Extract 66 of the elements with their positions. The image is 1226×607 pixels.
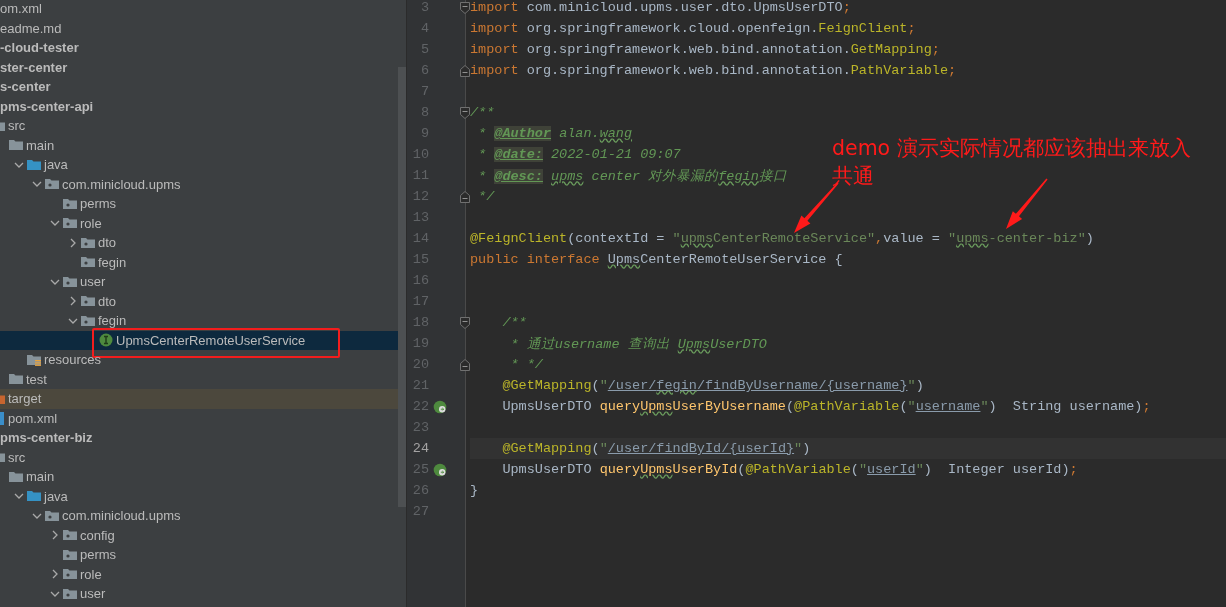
fold-icon[interactable] (460, 106, 470, 119)
code-line: import org.springframework.web.bind.annotation.GetMapping; (470, 42, 940, 57)
implemented-method-icon[interactable] (433, 462, 447, 477)
tree-item[interactable]: dto (98, 293, 117, 309)
tree-item[interactable]: src (8, 449, 26, 465)
tree-item[interactable]: om.xml (0, 1, 42, 17)
chevron-right-icon[interactable] (68, 237, 78, 248)
tree-item[interactable]: ster-center (0, 59, 68, 75)
line-number: 24 (411, 441, 429, 456)
tree-item[interactable]: fegin (98, 254, 127, 270)
tree-item[interactable]: main (26, 137, 55, 153)
code-line: * @date: 2022-01-21 09:07 (477, 147, 681, 162)
tree-item[interactable]: main (26, 469, 55, 485)
fold-icon[interactable] (460, 316, 470, 329)
chevron-right-icon[interactable] (50, 530, 60, 541)
code-line: import org.springframework.web.bind.annotation.PathVariable; (470, 63, 957, 78)
code-line: */ (477, 189, 495, 204)
tree-item[interactable]: eadme.md (0, 20, 62, 36)
interface-icon (98, 332, 114, 349)
fold-icon[interactable] (460, 1, 470, 14)
code-line: UpmsUserDTO queryUpmsUserById(@PathVariable("userId") Integer userId); (501, 462, 1078, 477)
tree-item[interactable]: perms (80, 547, 117, 563)
annotation-text: demo 演示实际情况都应该抽出来放入共通 (832, 135, 1192, 190)
tree-item[interactable]: s-center (0, 79, 51, 95)
tree-item[interactable]: com.minicloud.upms (62, 508, 181, 524)
code-line: * 通过username 查询出 UpmsUserDTO (509, 335, 767, 353)
tree-item[interactable]: java (44, 157, 68, 173)
tree-item[interactable]: role (80, 566, 102, 582)
tree-item[interactable]: pom.xml (8, 410, 58, 426)
code-line: * @desc: upms center 对外暴漏的fegin接口 (477, 167, 787, 185)
code-line: public interface UpmsCenterRemoteUserService { (470, 252, 843, 267)
code-line: @GetMapping("/user/findById/{userId}") (501, 441, 811, 456)
tree-item[interactable]: -cloud-tester (0, 40, 79, 56)
code-line: * @Author alan.wang (477, 126, 633, 141)
tree-item[interactable]: com.minicloud.upms (62, 176, 181, 192)
code-line: @GetMapping("/user/fegin/findByUsername/{username}") (501, 378, 924, 393)
chevron-right-icon[interactable] (68, 296, 78, 307)
tree-item[interactable]: test (26, 371, 47, 387)
tree-item[interactable]: config (80, 527, 115, 543)
fold-icon[interactable] (460, 64, 470, 77)
code-line: * */ (509, 357, 543, 372)
tree-item[interactable]: user (80, 274, 106, 290)
implemented-method-icon[interactable] (433, 399, 447, 414)
code-line: import com.minicloud.upms.user.dto.UpmsUserDTO; (470, 0, 851, 15)
code-line: @FeignClient(contextId = "upmsCenterRemoteService",value = "upms-center-biz") (470, 231, 1094, 246)
tree-item[interactable]: pms-center-api (0, 98, 94, 114)
fold-icon[interactable] (460, 190, 470, 203)
tree-item[interactable]: role (80, 215, 102, 231)
tree-item[interactable]: java (44, 488, 68, 504)
fold-icon[interactable] (460, 358, 470, 371)
tree-item[interactable]: src (8, 118, 26, 134)
code-line: UpmsUserDTO queryUpmsUserByUsername(@PathVariable("username") String username); (501, 399, 1151, 414)
tree-item[interactable]: user (80, 586, 106, 602)
chevron-right-icon[interactable] (50, 569, 60, 580)
code-line: } (470, 483, 479, 498)
tree-item[interactable]: resources (44, 352, 102, 368)
code-line: /** (470, 105, 495, 120)
code-line: import org.springframework.cloud.openfeign.FeignClient; (470, 21, 916, 36)
code-line: /** (501, 315, 527, 330)
tree-item[interactable]: perms (80, 196, 117, 212)
annotation-arrow (1006, 178, 1048, 229)
tree-item[interactable]: dto (98, 235, 117, 251)
tree-item[interactable]: fegin (98, 313, 127, 329)
scrollbar[interactable] (398, 67, 406, 507)
tree-item[interactable]: target (8, 391, 42, 407)
tree-item[interactable]: pms-center-biz (0, 430, 93, 446)
